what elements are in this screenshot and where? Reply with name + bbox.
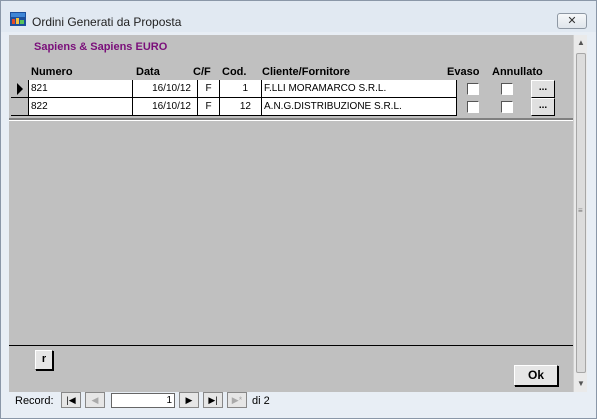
cod-cell[interactable]: 1: [220, 80, 262, 98]
table-row[interactable]: 822 16/10/12 F 12 A.N.G.DISTRIBUZIONE S.…: [11, 98, 555, 116]
scroll-up-icon[interactable]: ▲: [574, 35, 588, 51]
annullato-checkbox[interactable]: [501, 101, 513, 113]
cliente-cell[interactable]: F.LLI MORAMARCO S.R.L.: [262, 80, 457, 98]
numero-cell[interactable]: 821: [29, 80, 133, 98]
record-navigator: Record: |◀ ◀ 1 ▶ ▶| ▶* di 2: [9, 392, 589, 412]
divider: [9, 118, 573, 121]
app-icon: [10, 12, 26, 26]
first-record-icon[interactable]: |◀: [61, 392, 81, 408]
header-cod: Cod.: [222, 66, 247, 78]
cf-cell[interactable]: F: [198, 80, 220, 98]
form-body: Sapiens & Sapiens EURO Numero Data C/F C…: [9, 35, 573, 392]
grip-icon: ≡: [578, 206, 583, 215]
header-annullato: Annullato: [492, 66, 543, 78]
numero-cell[interactable]: 822: [29, 98, 133, 116]
row-selector[interactable]: [11, 80, 29, 98]
cod-cell[interactable]: 12: [220, 98, 262, 116]
company-name: Sapiens & Sapiens EURO: [34, 41, 168, 53]
close-button[interactable]: ✕: [557, 13, 587, 29]
vertical-scrollbar[interactable]: ▲ ≡ ▼: [573, 35, 587, 392]
header-cf: C/F: [193, 66, 211, 78]
new-record-icon[interactable]: ▶*: [227, 392, 247, 408]
ok-button[interactable]: Ok: [514, 365, 558, 386]
table-row[interactable]: 821 16/10/12 F 1 F.LLI MORAMARCO S.R.L. …: [11, 80, 555, 98]
scroll-down-icon[interactable]: ▼: [574, 376, 588, 392]
annullato-checkbox[interactable]: [501, 83, 513, 95]
divider: [9, 345, 573, 346]
data-cell[interactable]: 16/10/12: [133, 80, 198, 98]
prev-record-icon[interactable]: ◀: [85, 392, 105, 408]
header-numero: Numero: [31, 66, 73, 78]
header-cliente: Cliente/Fornitore: [262, 66, 351, 78]
cliente-cell[interactable]: A.N.G.DISTRIBUZIONE S.R.L.: [262, 98, 457, 116]
record-number-input[interactable]: 1: [111, 393, 175, 408]
title-bar: Ordini Generati da Proposta ✕: [1, 1, 596, 32]
window: Ordini Generati da Proposta ✕ Sapiens & …: [0, 0, 597, 419]
r-button[interactable]: r: [35, 350, 53, 370]
record-label: Record:: [15, 395, 54, 407]
scroll-thumb[interactable]: ≡: [576, 53, 586, 373]
window-title: Ordini Generati da Proposta: [32, 15, 182, 29]
next-record-icon[interactable]: ▶: [179, 392, 199, 408]
detail-button[interactable]: ...: [531, 80, 555, 98]
current-record-icon: [17, 83, 23, 95]
cf-cell[interactable]: F: [198, 98, 220, 116]
row-selector[interactable]: [11, 98, 29, 116]
evaso-checkbox[interactable]: [467, 83, 479, 95]
detail-button[interactable]: ...: [531, 98, 555, 116]
header-evaso: Evaso: [447, 66, 480, 78]
data-cell[interactable]: 16/10/12: [133, 98, 198, 116]
header-data: Data: [136, 66, 160, 78]
record-count: di 2: [252, 395, 270, 407]
evaso-checkbox[interactable]: [467, 101, 479, 113]
last-record-icon[interactable]: ▶|: [203, 392, 223, 408]
